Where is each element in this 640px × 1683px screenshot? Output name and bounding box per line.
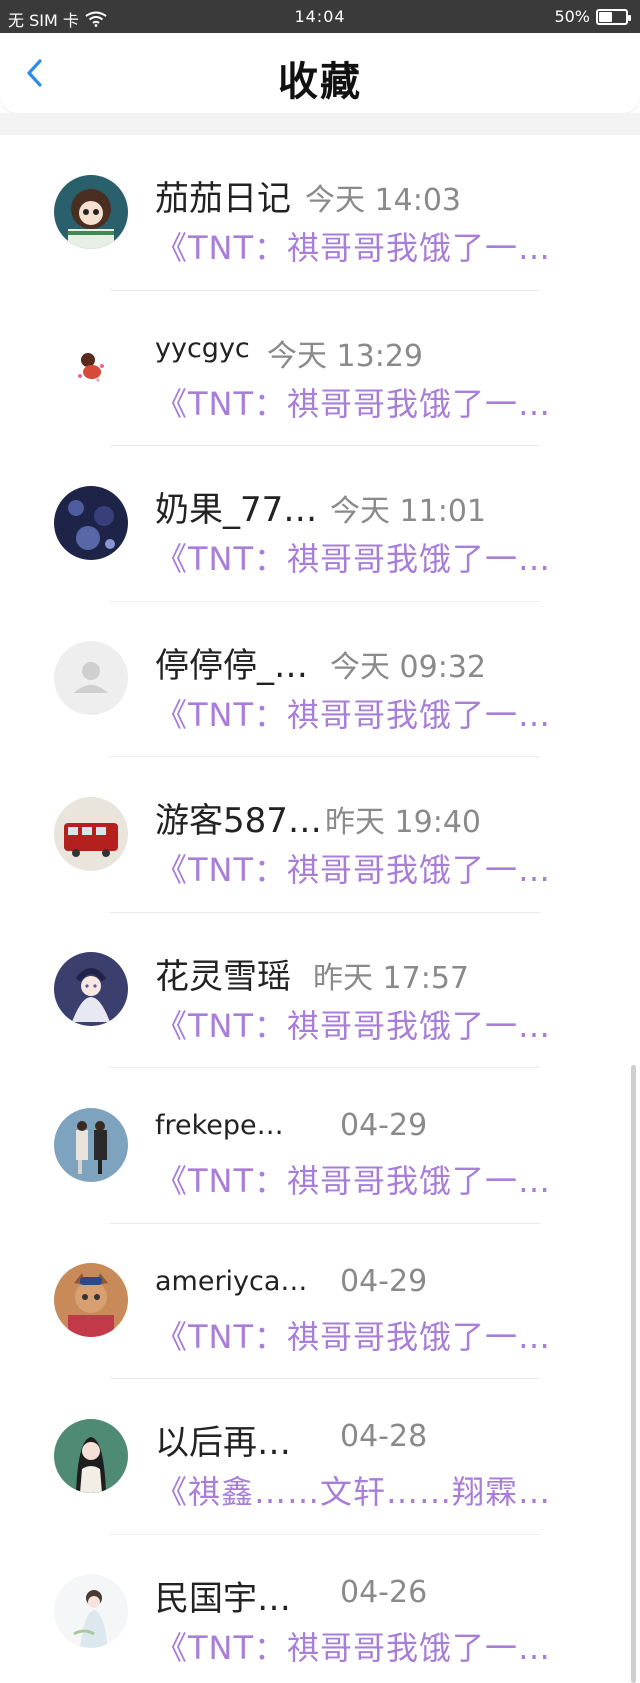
status-bar: 无 SIM 卡 14:04 50% (0, 0, 640, 33)
item-time: 今天 14:03 (305, 183, 461, 218)
item-name: 以后再… (155, 1423, 291, 1463)
avatar (54, 952, 128, 1027)
avatar (54, 485, 128, 560)
avatar (54, 1574, 128, 1649)
item-name: 民国宇… (155, 1578, 291, 1619)
item-preview: 《TNT：祺哥哥我饿了一… (155, 851, 552, 889)
item-time: 04-28 (340, 1419, 428, 1454)
item-time: 04-29 (340, 1108, 428, 1143)
item-name: yycgyc (155, 332, 250, 364)
item-time: 昨天 17:57 (313, 960, 469, 996)
avatar (54, 641, 128, 716)
page-title: 收藏 (278, 59, 362, 105)
item-preview: 《TNT：祺哥哥我饿了一… (155, 1628, 552, 1667)
item-preview: 《TNT：祺哥哥我饿了一… (155, 229, 552, 267)
item-time: 今天 11:01 (330, 494, 486, 529)
item-preview: 《TNT：祺哥哥我饿了一… (155, 1006, 552, 1045)
battery-level (599, 11, 612, 22)
item-preview: 《TNT：祺哥哥我饿了一… (155, 1162, 552, 1200)
list-item[interactable]: 奶果_77… 今天 11:01 《TNT：祺哥哥我饿了一… (0, 446, 630, 602)
item-name: 奶果_77… (155, 490, 318, 530)
status-time: 14:04 (294, 7, 346, 26)
item-name: 游客587… (155, 801, 322, 841)
list-item[interactable]: frekepe… 04-29 《TNT：祺哥哥我饿了一… (0, 1068, 630, 1224)
avatar (54, 796, 128, 871)
item-preview: 《TNT：祺哥哥我饿了一… (155, 384, 552, 423)
avatar (54, 1418, 128, 1493)
avatar (54, 1107, 128, 1182)
item-name: frekepe… (155, 1110, 284, 1141)
item-preview: 《祺鑫……文轩……翔霖… (155, 1473, 552, 1511)
scrollbar[interactable] (631, 1065, 636, 1683)
list-item[interactable]: yycgyc 今天 13:29 《TNT：祺哥哥我饿了一… (0, 291, 630, 447)
avatar (54, 330, 128, 405)
list-item[interactable]: 花灵雪瑶 昨天 17:57 《TNT：祺哥哥我饿了一… (0, 913, 630, 1069)
list-item[interactable]: ameriyca… 04-29 《TNT：祺哥哥我饿了一… (0, 1224, 630, 1380)
item-time: 昨天 19:40 (325, 805, 481, 840)
header: 收藏 (0, 33, 640, 113)
item-preview: 《TNT：祺哥哥我饿了一… (155, 1317, 552, 1356)
list-item[interactable]: 茄茄日记 今天 14:03 《TNT：祺哥哥我饿了一… (0, 135, 630, 291)
list-item[interactable]: 以后再… 04-28 《祺鑫……文轩……翔霖… (0, 1379, 630, 1535)
avatar (54, 174, 128, 249)
item-name: 停停停_… (155, 645, 308, 686)
item-name: 茄茄日记 (155, 179, 291, 219)
item-name: ameriyca… (155, 1265, 308, 1297)
header-divider (0, 113, 640, 135)
item-preview: 《TNT：祺哥哥我饿了一… (155, 540, 552, 578)
list-item[interactable]: 停停停_… 今天 09:32 《TNT：祺哥哥我饿了一… (0, 602, 630, 758)
battery-icon (596, 8, 631, 25)
item-time: 04-29 (340, 1263, 428, 1299)
avatar (54, 1263, 128, 1338)
list-item[interactable]: 民国宇… 04-26 《TNT：祺哥哥我饿了一… (0, 1535, 630, 1683)
item-time: 今天 13:29 (267, 338, 423, 374)
status-right: 50% (554, 7, 631, 26)
battery-percent: 50% (554, 7, 590, 26)
item-time: 04-26 (340, 1574, 428, 1610)
item-time: 今天 09:32 (330, 649, 486, 685)
favorites-list: 茄茄日记 今天 14:03 《TNT：祺哥哥我饿了一… yycgyc 今天 13… (0, 135, 630, 1683)
list-item[interactable]: 游客587… 昨天 19:40 《TNT：祺哥哥我饿了一… (0, 757, 630, 913)
item-name: 花灵雪瑶 (155, 956, 291, 997)
item-preview: 《TNT：祺哥哥我饿了一… (155, 695, 552, 734)
